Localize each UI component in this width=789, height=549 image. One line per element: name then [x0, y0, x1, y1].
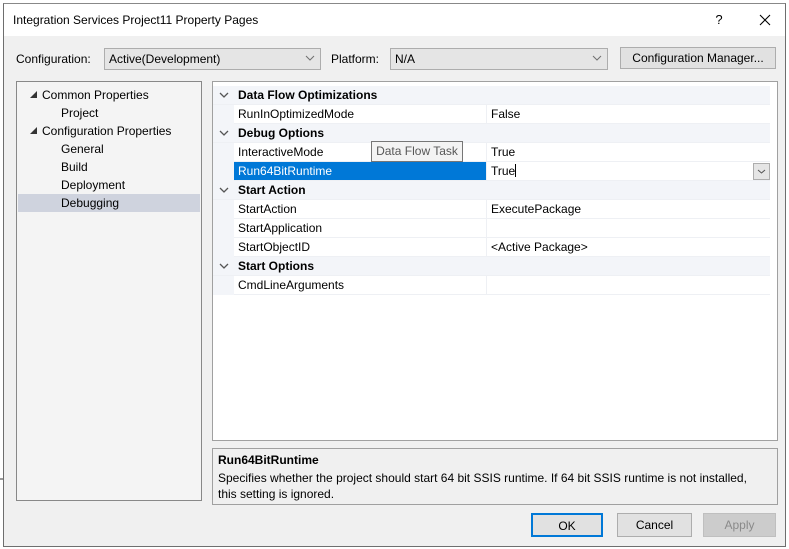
tree-item-common-properties[interactable]: Common Properties [18, 86, 200, 104]
property-name: StartApplication [238, 221, 323, 235]
property-name: CmdLineArguments [238, 278, 345, 292]
cancel-button[interactable]: Cancel [617, 513, 692, 537]
property-value[interactable]: <Active Package> [486, 238, 770, 256]
window-title: Integration Services Project11 Property … [13, 13, 259, 27]
category-start-options[interactable]: Start Options [213, 257, 770, 276]
category-start-action[interactable]: Start Action [213, 181, 770, 200]
property-row[interactable]: RunInOptimizedMode False [213, 105, 770, 124]
property-name: StartObjectID [238, 240, 311, 254]
property-name: RunInOptimizedMode [238, 107, 355, 121]
property-value[interactable]: ExecutePackage [486, 200, 770, 218]
configuration-label: Configuration: [16, 52, 91, 66]
chevron-down-icon [305, 55, 315, 61]
platform-label: Platform: [331, 52, 380, 66]
close-button[interactable] [750, 8, 780, 32]
value-dropdown-button[interactable] [753, 163, 770, 180]
navigation-tree: Common Properties Project Configuration … [16, 81, 202, 501]
property-row-selected[interactable]: Run64BitRuntime True [213, 162, 770, 181]
title-bar: Integration Services Project11 Property … [4, 4, 785, 36]
tree-item-general[interactable]: General [18, 140, 200, 158]
property-value[interactable]: True [486, 143, 770, 161]
configuration-manager-button[interactable]: Configuration Manager... [620, 47, 776, 69]
platform-value: N/A [395, 52, 416, 66]
close-icon [759, 14, 771, 26]
ok-button[interactable]: OK [531, 513, 603, 537]
platform-dropdown[interactable]: N/A [390, 48, 608, 70]
tree-item-deployment[interactable]: Deployment [18, 176, 200, 194]
property-row[interactable]: StartAction ExecutePackage [213, 200, 770, 219]
tree-item-debugging[interactable]: Debugging [18, 194, 200, 212]
chevron-down-icon [757, 169, 766, 174]
property-row[interactable]: StartApplication [213, 219, 770, 238]
configuration-dropdown[interactable]: Active(Development) [104, 48, 321, 70]
property-value[interactable]: False [486, 105, 770, 123]
collapse-chevron-icon[interactable] [219, 261, 229, 271]
property-grid: Data Flow Optimizations RunInOptimizedMo… [212, 81, 778, 441]
collapse-chevron-icon[interactable] [219, 90, 229, 100]
tree-item-configuration-properties[interactable]: Configuration Properties [18, 122, 200, 140]
tree-item-build[interactable]: Build [18, 158, 200, 176]
category-data-flow-optimizations[interactable]: Data Flow Optimizations [213, 86, 770, 105]
chevron-down-icon [592, 55, 602, 61]
description-panel: Run64BitRuntime Specifies whether the pr… [212, 448, 778, 505]
tree-item-project[interactable]: Project [18, 104, 200, 122]
property-row[interactable]: CmdLineArguments [213, 276, 770, 295]
apply-button[interactable]: Apply [703, 513, 776, 537]
property-value-editor[interactable]: True [486, 162, 770, 180]
category-debug-options[interactable]: Debug Options [213, 124, 770, 143]
property-row[interactable]: InteractiveMode True [213, 143, 770, 162]
tooltip: Data Flow Task [371, 141, 463, 162]
help-button[interactable]: ? [704, 8, 734, 32]
property-name: Run64BitRuntime [234, 162, 486, 180]
expanded-triangle-icon[interactable] [30, 127, 37, 134]
property-pages-dialog: Integration Services Project11 Property … [3, 3, 786, 547]
description-title: Run64BitRuntime [218, 453, 319, 467]
description-text: Specifies whether the project should sta… [218, 471, 747, 501]
configuration-value: Active(Development) [109, 52, 221, 66]
text-caret [515, 164, 517, 178]
collapse-chevron-icon[interactable] [219, 185, 229, 195]
property-value[interactable] [486, 276, 770, 294]
expanded-triangle-icon[interactable] [30, 91, 37, 98]
collapse-chevron-icon[interactable] [219, 128, 229, 138]
property-value[interactable] [486, 219, 770, 237]
property-name: StartAction [238, 202, 297, 216]
property-row[interactable]: StartObjectID <Active Package> [213, 238, 770, 257]
